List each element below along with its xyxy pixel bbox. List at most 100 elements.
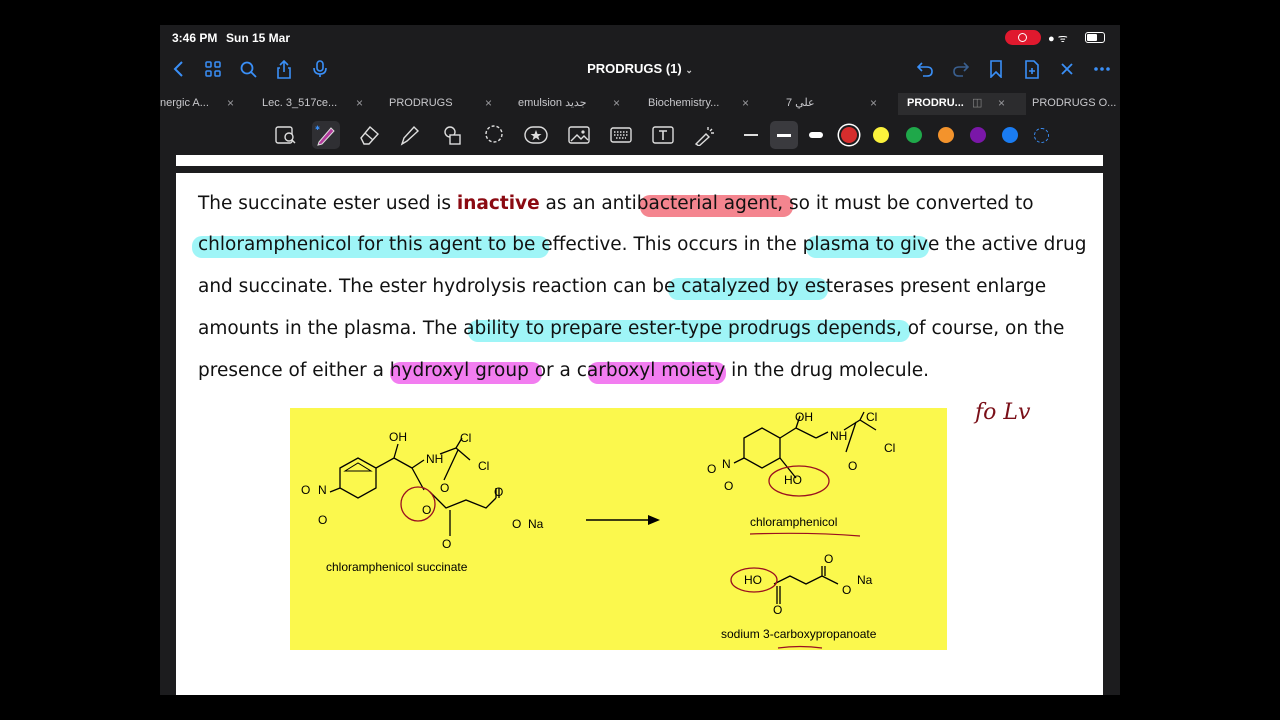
close-tab-icon[interactable]: × bbox=[613, 93, 620, 113]
image-tool[interactable] bbox=[565, 121, 593, 149]
eraser-tool[interactable] bbox=[355, 121, 383, 149]
color-swatch-green[interactable] bbox=[906, 127, 922, 143]
svg-text:✱: ✱ bbox=[315, 125, 320, 132]
undo-button[interactable] bbox=[912, 49, 938, 89]
reaction-arrow-icon bbox=[586, 515, 660, 525]
color-swatch-orange[interactable] bbox=[938, 127, 954, 143]
pen-icon: ✱ bbox=[315, 125, 335, 146]
bookmark-button[interactable] bbox=[983, 49, 1009, 89]
grid-icon bbox=[205, 61, 221, 77]
color-swatch-blue[interactable] bbox=[1002, 127, 1018, 143]
add-color-button[interactable] bbox=[1034, 128, 1049, 143]
reactant-label: chloramphenicol succinate bbox=[326, 560, 468, 574]
atom-label: O bbox=[848, 459, 857, 473]
text-box-tool[interactable] bbox=[649, 121, 677, 149]
tab-prodrugs[interactable]: PRODRUGS × bbox=[389, 93, 507, 115]
lasso-icon bbox=[485, 125, 503, 143]
share-icon bbox=[277, 59, 291, 79]
redo-button[interactable] bbox=[948, 49, 974, 89]
close-tab-icon[interactable]: × bbox=[742, 93, 749, 113]
search-button[interactable] bbox=[235, 49, 261, 89]
atom-label: NH bbox=[426, 452, 443, 466]
text-segment: The succinate ester used is bbox=[198, 193, 457, 214]
back-button[interactable] bbox=[165, 49, 191, 89]
atom-label: O bbox=[842, 583, 851, 597]
tab-label: emulsion جديد bbox=[518, 97, 587, 109]
stroke-medium-icon bbox=[777, 133, 791, 137]
emphasized-text: inactive bbox=[456, 193, 540, 214]
stroke-thin-icon bbox=[744, 134, 758, 136]
read-mode-tool[interactable] bbox=[272, 121, 300, 149]
atom-label: O bbox=[724, 479, 733, 493]
atom-label: N bbox=[318, 483, 327, 497]
keyboard-tool[interactable] bbox=[607, 121, 635, 149]
atom-label: Cl bbox=[884, 441, 895, 455]
tab-cholinergic[interactable]: nergic A... × bbox=[160, 93, 278, 115]
handwritten-note-text: fo Lv bbox=[973, 400, 1031, 425]
text-segment: as an antibacterial agent, so it must be… bbox=[539, 193, 1034, 214]
close-tab-icon[interactable]: × bbox=[998, 93, 1005, 113]
stroke-thin-option[interactable] bbox=[737, 121, 765, 149]
atom-label: O bbox=[824, 552, 833, 566]
color-swatch-red[interactable] bbox=[841, 127, 857, 143]
atom-label: O bbox=[494, 485, 503, 499]
tab-label: PRODRU... bbox=[907, 97, 964, 109]
stroke-thick-option[interactable] bbox=[802, 121, 830, 149]
close-tab-icon[interactable]: × bbox=[227, 93, 234, 113]
shapes-tool[interactable] bbox=[438, 121, 466, 149]
tab-prodrugs-active[interactable]: PRODRU... ◫ × bbox=[898, 93, 1026, 115]
tab-label: nergic A... bbox=[160, 97, 209, 109]
text-line-1: The succinate ester used is inactive as … bbox=[198, 189, 1034, 219]
stroke-medium-option[interactable] bbox=[770, 121, 798, 149]
eraser-icon bbox=[360, 125, 379, 145]
lasso-tool[interactable] bbox=[480, 121, 508, 149]
tab-label: Biochemistry... bbox=[648, 97, 720, 109]
atom-label: N bbox=[722, 457, 731, 471]
highlighter-tool[interactable] bbox=[396, 121, 424, 149]
close-tab-icon[interactable]: × bbox=[485, 93, 492, 113]
annotation-underline bbox=[749, 532, 861, 537]
battery-icon bbox=[1085, 32, 1105, 43]
pen-tool[interactable]: ✱ bbox=[312, 121, 340, 149]
tab-prodrugs-o[interactable]: PRODRUGS O... bbox=[1032, 93, 1120, 115]
atom-label: O bbox=[440, 481, 449, 495]
close-button[interactable] bbox=[1054, 49, 1080, 89]
tab-lecture-3[interactable]: Lec. 3_517ce... × bbox=[262, 93, 380, 115]
bookmark-icon bbox=[990, 60, 1002, 78]
tab-emulsion[interactable]: emulsion جديد × bbox=[518, 93, 636, 115]
sodium-carboxypropanoate-structure bbox=[773, 566, 839, 604]
handwritten-note: fo Lv bbox=[973, 400, 1031, 425]
document-title[interactable]: PRODRUGS (1) ⌄ bbox=[540, 61, 740, 76]
share-button[interactable] bbox=[271, 49, 297, 89]
atom-label: O bbox=[512, 517, 521, 531]
document-tabs: nergic A... × Lec. 3_517ce... × PRODRUGS… bbox=[160, 93, 1120, 115]
sticker-tool[interactable] bbox=[522, 121, 550, 149]
color-swatch-purple[interactable] bbox=[970, 127, 986, 143]
screen-recording-icon[interactable] bbox=[1005, 30, 1041, 45]
microphone-icon bbox=[313, 60, 327, 77]
tab-ali-7[interactable]: علي 7 × bbox=[786, 93, 886, 115]
status-bar: 3:46 PM Sun 15 Mar ● ᯤ bbox=[160, 25, 1120, 49]
close-tab-icon[interactable]: × bbox=[356, 93, 363, 113]
atom-label: O bbox=[773, 603, 782, 617]
chevron-down-icon: ⌄ bbox=[685, 65, 693, 75]
grid-view-button[interactable] bbox=[200, 49, 226, 89]
navigation-bar: PRODRUGS (1) ⌄ bbox=[160, 49, 1120, 89]
color-swatch-yellow[interactable] bbox=[873, 127, 889, 143]
atom-label: Na bbox=[857, 573, 873, 587]
keyboard-icon bbox=[610, 127, 632, 143]
more-button[interactable] bbox=[1089, 49, 1115, 89]
add-page-button[interactable] bbox=[1019, 49, 1045, 89]
voice-button[interactable] bbox=[307, 49, 333, 89]
tab-label: علي 7 bbox=[786, 97, 815, 109]
atom-label: O bbox=[422, 503, 431, 517]
close-tab-icon[interactable]: × bbox=[870, 93, 877, 113]
tab-biochemistry[interactable]: Biochemistry... × bbox=[648, 93, 766, 115]
split-view-icon[interactable]: ◫ bbox=[972, 93, 982, 113]
document-page[interactable]: The succinate ester used is inactive as … bbox=[176, 173, 1103, 695]
laser-pointer-tool[interactable] bbox=[690, 121, 718, 149]
text-box-icon bbox=[652, 126, 674, 144]
text-segment: presence of either a hydroxyl group or a… bbox=[198, 360, 930, 381]
text-line-2: chloramphenicol for this agent to be eff… bbox=[192, 230, 1086, 260]
tab-label: Lec. 3_517ce... bbox=[262, 97, 338, 109]
